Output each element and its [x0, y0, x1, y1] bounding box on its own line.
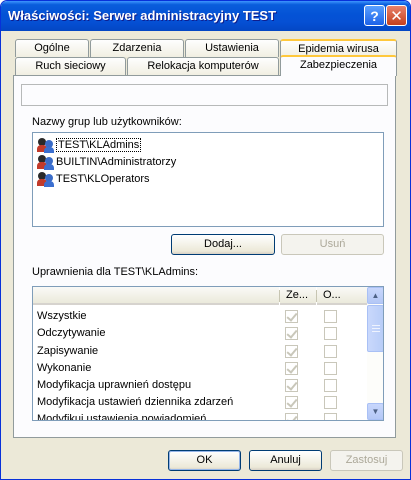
- deny-checkbox[interactable]: [324, 327, 337, 340]
- users-group-icon: [37, 137, 55, 153]
- remove-button-label: Usuń: [319, 238, 346, 250]
- deny-checkbox[interactable]: [324, 345, 337, 358]
- column-header-deny[interactable]: O...: [317, 287, 367, 305]
- permissions-table[interactable]: Ze... O... Wszystkie Odczytywanie Zapisy…: [32, 286, 384, 421]
- group-item[interactable]: BUILTIN\Administratorzy: [37, 153, 176, 171]
- users-group-icon: [37, 171, 55, 187]
- thumb-grip: [372, 331, 380, 332]
- properties-dialog: Właściwości: Serwer administracyjny TEST…: [0, 0, 411, 480]
- scroll-down-button[interactable]: ▼: [367, 403, 383, 420]
- permissions-scrollbar[interactable]: ▲ ▼: [367, 287, 383, 420]
- group-item-label: BUILTIN\Administratorzy: [56, 156, 177, 168]
- group-item-label: TEST\KLOperators: [56, 173, 150, 185]
- permission-row-name: Odczytywanie: [37, 327, 106, 339]
- allow-checkbox[interactable]: [285, 345, 298, 358]
- tab-settings[interactable]: Ustawienia: [185, 39, 279, 57]
- add-button[interactable]: Dodaj...: [171, 234, 275, 255]
- permission-row-name: Modyfikacja ustawień dziennika zdarzeń: [37, 396, 234, 408]
- groups-label: Nazwy grup lub użytkowników:: [32, 116, 182, 128]
- tab-network-traffic[interactable]: Ruch sieciowy: [15, 57, 126, 75]
- close-button[interactable]: ✕: [386, 5, 407, 26]
- tab-events[interactable]: Zdarzenia: [90, 39, 184, 57]
- add-button-label: Dodaj...: [204, 238, 242, 250]
- users-group-icon: [37, 154, 55, 170]
- allow-checkbox[interactable]: [285, 413, 298, 420]
- allow-checkbox[interactable]: [285, 327, 298, 340]
- tab-security[interactable]: Zabezpieczenia: [280, 55, 397, 76]
- group-item-label: TEST\KLAdmins: [56, 138, 142, 152]
- permission-row-name: Wszystkie: [37, 310, 87, 322]
- tab-computer-relocation[interactable]: Relokacja komputerów: [127, 57, 279, 75]
- group-item[interactable]: TEST\KLOperators: [37, 170, 150, 188]
- scroll-up-button[interactable]: ▲: [367, 287, 383, 304]
- permission-row-name: Zapisywanie: [37, 345, 99, 357]
- permission-row-name: Wykonanie: [37, 362, 92, 374]
- allow-checkbox[interactable]: [285, 396, 298, 409]
- ok-button[interactable]: OK: [168, 450, 241, 471]
- help-button[interactable]: ?: [364, 5, 385, 26]
- apply-button[interactable]: Zastosuj: [330, 450, 403, 471]
- deny-checkbox[interactable]: [324, 379, 337, 392]
- allow-checkbox[interactable]: [285, 310, 298, 323]
- deny-checkbox[interactable]: [324, 310, 337, 323]
- deny-checkbox[interactable]: [324, 413, 337, 420]
- remove-button[interactable]: Usuń: [281, 234, 384, 255]
- scroll-thumb[interactable]: [367, 305, 383, 352]
- deny-checkbox[interactable]: [324, 396, 337, 409]
- column-header-allow[interactable]: Ze...: [280, 287, 316, 305]
- deny-checkbox[interactable]: [324, 362, 337, 375]
- allow-checkbox[interactable]: [285, 379, 298, 392]
- thumb-grip: [372, 325, 380, 326]
- top-empty-box: [21, 84, 388, 106]
- permission-row-name: Modyfikuj ustawienia powiadomień: [37, 413, 207, 421]
- title-bar[interactable]: Właściwości: Serwer administracyjny TEST…: [1, 1, 410, 31]
- permission-row-name: Modyfikacja uprawnień dostępu: [37, 379, 192, 391]
- thumb-grip: [372, 328, 380, 329]
- window-title: Właściwości: Serwer administracyjny TEST: [8, 8, 277, 23]
- column-header-permission[interactable]: [33, 287, 279, 305]
- allow-checkbox[interactable]: [285, 362, 298, 375]
- permissions-label: Uprawnienia dla TEST\KLAdmins:: [32, 266, 199, 278]
- groups-listbox[interactable]: TEST\KLAdmins BUILTIN\Administratorzy TE…: [32, 132, 384, 227]
- group-item[interactable]: TEST\KLAdmins: [37, 136, 142, 154]
- tab-general[interactable]: Ogólne: [15, 39, 89, 57]
- cancel-button[interactable]: Anuluj: [249, 450, 322, 471]
